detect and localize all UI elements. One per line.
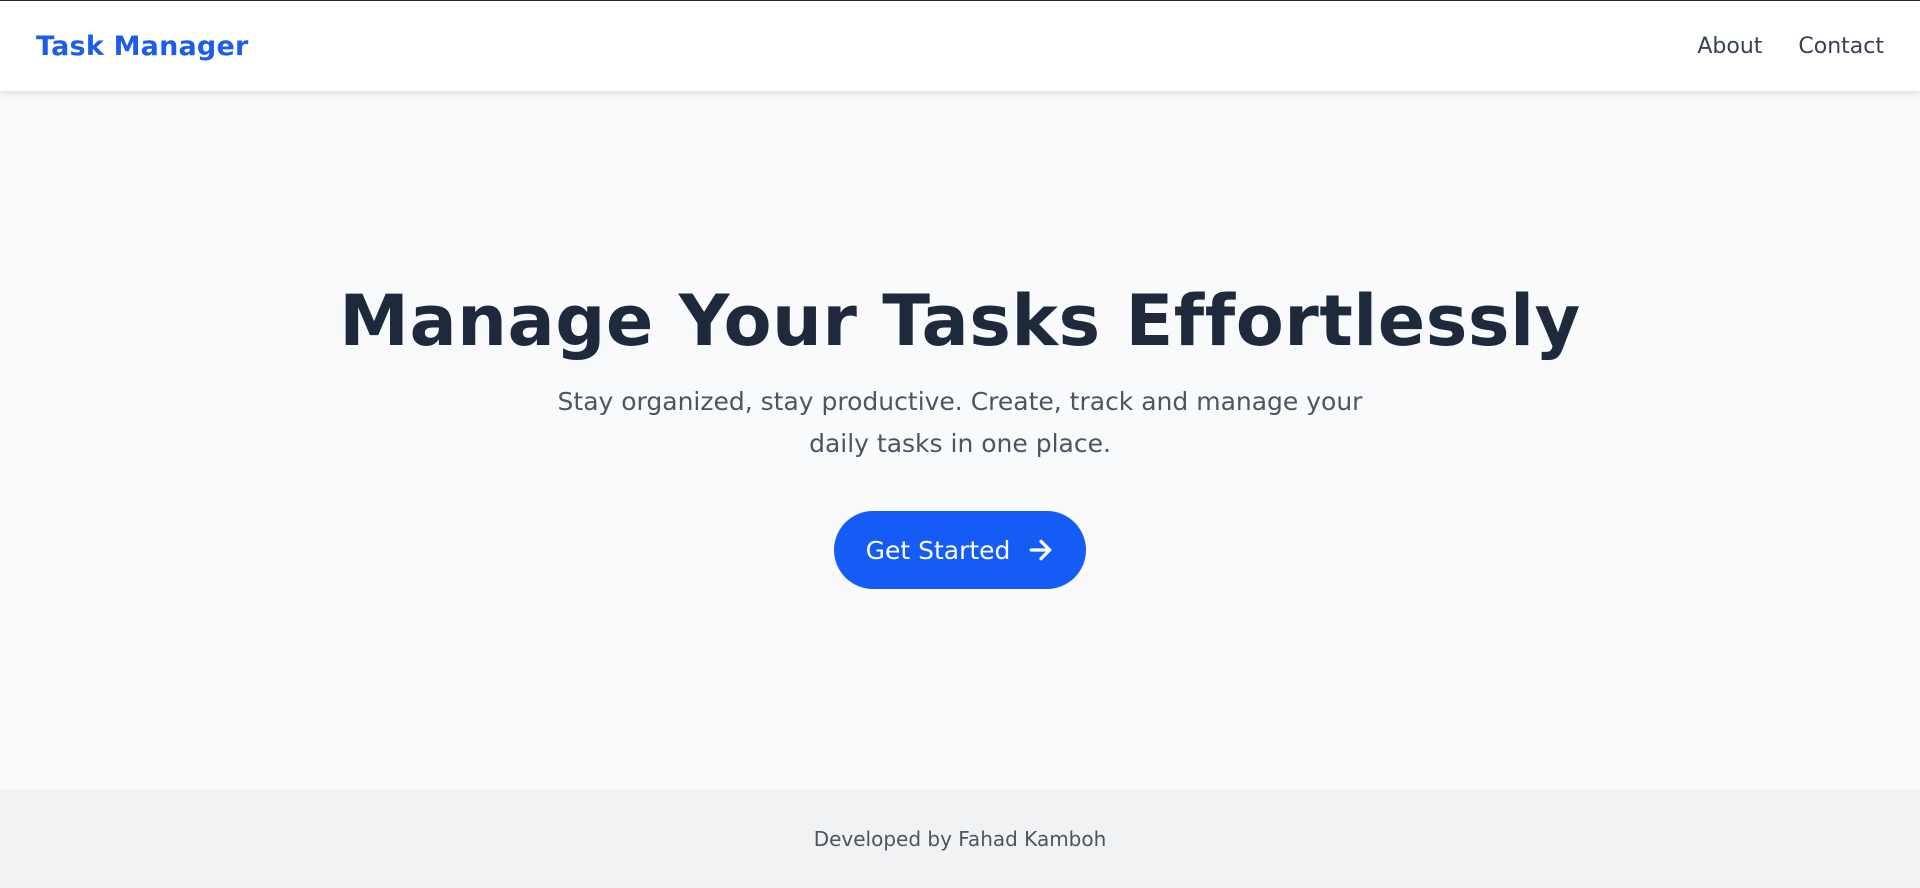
brand-logo-link[interactable]: Task Manager	[36, 31, 248, 62]
nav-link-contact[interactable]: Contact	[1798, 34, 1884, 59]
get-started-button[interactable]: Get Started	[834, 511, 1086, 589]
hero-subtitle: Stay organized, stay productive. Create,…	[557, 387, 1363, 458]
arrow-right-icon	[1030, 539, 1052, 561]
hero-title: Manage Your Tasks Effortlessly	[339, 280, 1581, 362]
footer-credit: Developed by Fahad Kamboh	[813, 827, 1107, 851]
top-navbar: Task Manager About Contact	[0, 1, 1920, 91]
hero-section: Manage Your Tasks Effortlessly Stay orga…	[0, 91, 1920, 789]
nav-links: About Contact	[1697, 34, 1884, 59]
page-footer: Developed by Fahad Kamboh	[0, 789, 1920, 888]
get-started-label: Get Started	[865, 535, 1011, 565]
nav-link-about[interactable]: About	[1697, 34, 1762, 59]
